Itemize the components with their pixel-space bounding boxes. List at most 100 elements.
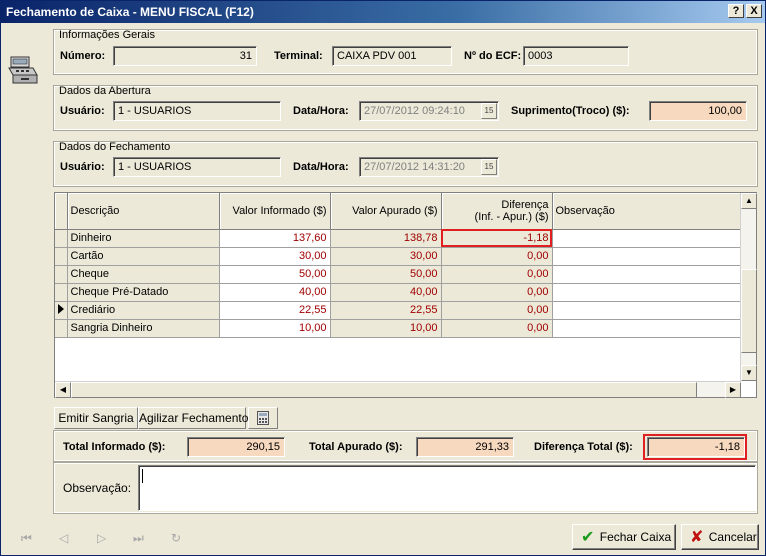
cell-diferenca[interactable]: 0,00 [441, 301, 553, 320]
scroll-down-icon[interactable]: ▼ [741, 365, 757, 381]
panel-title: Dados do Fechamento [59, 141, 171, 153]
abertura-datahora-value: 27/07/2012 09:24:10 [364, 105, 465, 117]
fechamento-datahora-field[interactable]: 27/07/2012 14:31:20 15 [359, 157, 499, 177]
fechar-caixa-button[interactable]: ✔ Fechar Caixa [572, 524, 676, 550]
cell-valor-apurado[interactable]: 50,00 [330, 265, 442, 284]
table-row-selected[interactable]: Crediário 22,55 22,55 0,00 [55, 301, 743, 320]
ecf-label: Nº do ECF: [464, 50, 522, 62]
payments-table: Descrição Valor Informado ($) Valor Apur… [55, 193, 743, 338]
cell-descricao[interactable]: Sangria Dinheiro [67, 319, 220, 338]
last-record-icon[interactable]: ⏭ [133, 531, 144, 546]
abertura-usuario-label: Usuário: [60, 105, 105, 117]
cell-valor-apurado[interactable]: 22,55 [330, 301, 442, 320]
cash-register-icon [8, 56, 38, 84]
scroll-right-icon[interactable]: ▶ [725, 382, 741, 398]
cell-diferenca[interactable]: 0,00 [441, 283, 553, 302]
refresh-icon[interactable]: ↻ [171, 531, 181, 545]
suprimento-label: Suprimento(Troco) ($): [511, 105, 630, 117]
emitir-sangria-button[interactable]: Emitir Sangria [54, 407, 138, 429]
suprimento-field[interactable]: 100,00 [649, 101, 747, 121]
cell-observacao[interactable] [552, 283, 743, 302]
cell-observacao[interactable] [552, 265, 743, 284]
fechar-caixa-label: Fechar Caixa [599, 530, 672, 544]
fechamento-usuario-label: Usuário: [60, 161, 105, 173]
cell-valor-informado[interactable]: 22,55 [219, 301, 331, 320]
cell-diferenca[interactable]: 0,00 [441, 247, 553, 266]
diferenca-total-label: Diferença Total ($): [534, 441, 633, 453]
cell-valor-informado[interactable]: 137,60 [219, 229, 331, 248]
indicator-header [55, 193, 68, 230]
row-indicator [55, 283, 68, 302]
fechamento-caixa-window: Fechamento de Caixa - MENU FISCAL (F12) … [0, 0, 766, 556]
abertura-datahora-label: Data/Hora: [293, 105, 349, 117]
abertura-usuario-field[interactable]: 1 - USUARIOS [113, 101, 281, 121]
abertura-datahora-field[interactable]: 27/07/2012 09:24:10 15 [359, 101, 499, 121]
table-row[interactable]: Cartão 30,00 30,00 0,00 [55, 247, 743, 266]
terminal-field[interactable]: CAIXA PDV 001 [332, 46, 452, 66]
cell-observacao[interactable] [552, 319, 743, 338]
check-icon: ✔ [581, 528, 595, 546]
title-bar[interactable]: Fechamento de Caixa - MENU FISCAL (F12) … [1, 1, 765, 23]
cell-valor-informado[interactable]: 50,00 [219, 265, 331, 284]
cell-observacao[interactable] [552, 229, 743, 248]
next-record-icon[interactable]: ▷ [97, 531, 106, 545]
col-diferenca-header-line1: Diferença [501, 198, 549, 211]
terminal-label: Terminal: [274, 50, 323, 62]
table-row[interactable]: Sangria Dinheiro 10,00 10,00 0,00 [55, 319, 743, 338]
col-descricao-header[interactable]: Descrição [67, 193, 220, 230]
cancel-x-icon: ✘ [690, 528, 704, 546]
cell-diferenca[interactable]: 0,00 [441, 265, 553, 284]
col-valor-apurado-header[interactable]: Valor Apurado ($) [330, 193, 442, 230]
cell-valor-informado[interactable]: 30,00 [219, 247, 331, 266]
vertical-scroll-thumb[interactable] [741, 269, 757, 353]
cell-valor-informado[interactable]: 10,00 [219, 319, 331, 338]
payments-grid[interactable]: Descrição Valor Informado ($) Valor Apur… [54, 192, 757, 398]
cell-valor-apurado[interactable]: 138,78 [330, 229, 442, 248]
calendar-icon[interactable]: 15 [481, 103, 497, 119]
cell-valor-apurado[interactable]: 40,00 [330, 283, 442, 302]
vertical-scrollbar[interactable]: ▲ ▼ [740, 193, 757, 381]
fechamento-datahora-label: Data/Hora: [293, 161, 349, 173]
row-indicator [55, 229, 68, 248]
scroll-up-icon[interactable]: ▲ [741, 193, 757, 209]
total-apurado-field[interactable]: 291,33 [416, 437, 514, 457]
calculator-button[interactable] [248, 407, 278, 429]
cell-valor-apurado[interactable]: 30,00 [330, 247, 442, 266]
cell-observacao[interactable] [552, 247, 743, 266]
row-pointer-icon [55, 301, 68, 320]
cell-valor-informado[interactable]: 40,00 [219, 283, 331, 302]
panel-title: Dados da Abertura [59, 85, 151, 97]
table-row[interactable]: Cheque 50,00 50,00 0,00 [55, 265, 743, 284]
scroll-left-icon[interactable]: ◀ [55, 382, 71, 398]
cell-descricao[interactable]: Dinheiro [67, 229, 220, 248]
col-valor-informado-header[interactable]: Valor Informado ($) [219, 193, 331, 230]
col-diferenca-header-line2: (Inf. - Apur.) ($) [474, 210, 549, 223]
close-button[interactable]: X [746, 4, 762, 18]
help-button[interactable]: ? [728, 4, 744, 18]
fechamento-usuario-field[interactable]: 1 - USUARIOS [113, 157, 281, 177]
numero-field[interactable]: 31 [113, 46, 257, 66]
horizontal-scrollbar[interactable]: ◀ ▶ [55, 381, 741, 398]
cell-valor-apurado[interactable]: 10,00 [330, 319, 442, 338]
observacao-textarea[interactable] [138, 465, 756, 511]
table-row[interactable]: Dinheiro 137,60 138,78 -1,18 [55, 229, 743, 248]
cancelar-button[interactable]: ✘ Cancelar [681, 524, 759, 550]
col-observacao-header[interactable]: Observação [552, 193, 743, 230]
previous-record-icon[interactable]: ◁ [59, 531, 68, 545]
cell-observacao[interactable] [552, 301, 743, 320]
cell-descricao[interactable]: Cheque [67, 265, 220, 284]
grid-header-row: Descrição Valor Informado ($) Valor Apur… [55, 193, 743, 230]
cell-diferenca[interactable]: 0,00 [441, 319, 553, 338]
ecf-field[interactable]: 0003 [523, 46, 629, 66]
col-diferenca-header[interactable]: Diferença (Inf. - Apur.) ($) [441, 193, 553, 230]
first-record-icon[interactable]: ⏮ [21, 531, 32, 546]
total-informado-field[interactable]: 290,15 [187, 437, 285, 457]
cell-diferenca-highlighted[interactable]: -1,18 [441, 229, 553, 248]
calendar-icon[interactable]: 15 [481, 159, 497, 175]
horizontal-scroll-thumb[interactable] [71, 382, 697, 398]
cell-descricao[interactable]: Cheque Pré-Datado [67, 283, 220, 302]
cell-descricao[interactable]: Crediário [67, 301, 220, 320]
agilizar-fechamento-button[interactable]: Agilizar Fechamento [138, 407, 248, 429]
table-row[interactable]: Cheque Pré-Datado 40,00 40,00 0,00 [55, 283, 743, 302]
cell-descricao[interactable]: Cartão [67, 247, 220, 266]
